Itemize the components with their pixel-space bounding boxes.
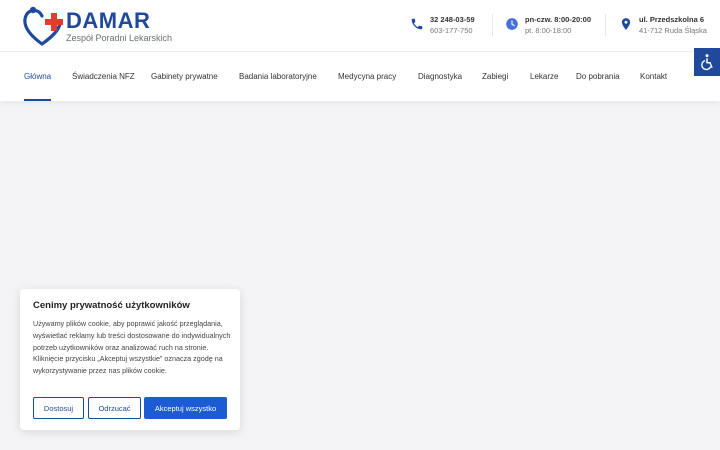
- header-topbar: DAMAR Zespół Poradni Lekarskich 32 248-0…: [0, 0, 720, 52]
- customize-button[interactable]: Dostosuj: [33, 397, 84, 419]
- brand-subtitle: Zespół Poradni Lekarskich: [66, 33, 173, 43]
- phone-icon: [411, 18, 423, 30]
- nav-item-lekarze[interactable]: Lekarze: [530, 72, 558, 82]
- site-header: DAMAR Zespół Poradni Lekarskich 32 248-0…: [0, 0, 720, 101]
- clock-icon: [506, 18, 518, 30]
- nav-item-kontakt[interactable]: Kontakt: [640, 72, 667, 82]
- contact-divider: [605, 14, 606, 36]
- main-navigation: Główna Świadczenia NFZ Gabinety prywatne…: [0, 52, 720, 101]
- cookie-title: Cenimy prywatność użytkowników: [33, 300, 190, 311]
- nav-item-badania-laboratoryjne[interactable]: Badania laboratoryjne: [239, 72, 317, 82]
- accessibility-toggle-button[interactable]: [694, 48, 720, 76]
- site-logo[interactable]: DAMAR Zespół Poradni Lekarskich: [22, 4, 182, 48]
- location-pin-icon: [621, 18, 631, 30]
- hours-weekdays: pn-czw. 8:00-20:00: [525, 15, 591, 24]
- nav-item-diagnostyka[interactable]: Diagnostyka: [418, 72, 462, 82]
- active-nav-indicator: [24, 99, 51, 101]
- phone-secondary[interactable]: 603-177-750: [430, 26, 473, 36]
- nav-item-glowna[interactable]: Główna: [24, 72, 51, 82]
- contact-phone[interactable]: 32 248-03-59 603-177-750: [410, 15, 490, 37]
- accessibility-icon: [701, 54, 713, 71]
- contact-divider: [492, 14, 493, 36]
- brand-name: DAMAR: [66, 8, 151, 33]
- contact-address: ul. Przedszkolna 6 41-712 Ruda Śląska: [619, 15, 709, 37]
- address-street: ul. Przedszkolna 6: [639, 15, 705, 24]
- nav-item-gabinety-prywatne[interactable]: Gabinety prywatne: [151, 72, 218, 82]
- nav-item-zabiegi[interactable]: Zabiegi: [482, 72, 508, 82]
- nav-item-do-pobrania[interactable]: Do pobrania: [576, 72, 620, 82]
- nav-item-medycyna-pracy[interactable]: Medycyna pracy: [338, 72, 396, 82]
- cookie-description: Używamy plików cookie, aby poprawić jako…: [33, 319, 231, 376]
- contact-hours: pn-czw. 8:00-20:00 pt. 8:00-18:00: [505, 15, 600, 37]
- nav-item-swiadczenia-nfz[interactable]: Świadczenia NFZ: [72, 72, 135, 82]
- accept-all-button[interactable]: Akceptuj wszystko: [144, 397, 227, 419]
- address-city: 41-712 Ruda Śląska: [639, 26, 707, 35]
- phone-primary[interactable]: 32 248-03-59: [430, 15, 475, 25]
- hours-friday: pt. 8:00-18:00: [525, 26, 572, 35]
- reject-button[interactable]: Odrzucać: [88, 397, 141, 419]
- heart-cross-logo-icon: [23, 6, 63, 46]
- cookie-consent-banner: Cenimy prywatność użytkowników Używamy p…: [20, 289, 240, 430]
